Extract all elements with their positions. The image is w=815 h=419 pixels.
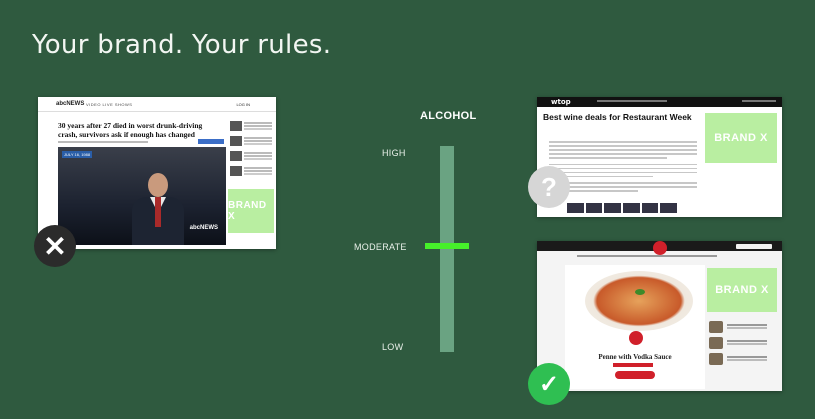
- list-item: [230, 121, 274, 133]
- level-label-high: HIGH: [382, 148, 406, 158]
- recipe-card: Penne with Vodka Sauce: [565, 265, 705, 389]
- alcohol-slider-handle[interactable]: [425, 243, 469, 249]
- news-site-login: LOG IN: [236, 102, 250, 107]
- brand-ad-tile: BRAND X: [705, 113, 777, 163]
- food-site-screenshot: Penne with Vodka Sauce BRAND X: [537, 241, 782, 391]
- recipe-button: [615, 371, 655, 379]
- food-site-logo: [653, 241, 667, 255]
- wine-image-strip: [567, 203, 678, 213]
- recipe-title: Penne with Vodka Sauce: [598, 353, 672, 361]
- food-site-subnav: [577, 255, 717, 257]
- food-site-search: [736, 244, 772, 249]
- video-watermark: abcNEWS: [189, 225, 218, 231]
- list-item: [709, 353, 775, 365]
- level-label-moderate: MODERATE: [354, 242, 407, 252]
- news-site-topbar: abcNEWS VIDEO LIVE SHOWS LOG IN: [38, 97, 276, 112]
- video-date-label: JULY 16, 1988: [62, 151, 93, 158]
- food-sidebar: [709, 321, 775, 369]
- rating-stars: [613, 363, 653, 367]
- wine-headline: Best wine deals for Restaurant Week: [543, 112, 692, 122]
- news-sidebar: [230, 121, 274, 181]
- news-video-player: JULY 16, 1988 abcNEWS: [58, 147, 226, 245]
- news-headline: 30 years after 27 died in worst drunk-dr…: [58, 121, 203, 139]
- alcohol-slider-track[interactable]: [440, 146, 454, 352]
- level-label-low: LOW: [382, 342, 404, 352]
- list-item: [709, 321, 775, 333]
- close-icon: ✕: [34, 225, 76, 267]
- news-share-bar: [198, 139, 224, 144]
- food-badge-icon: [629, 331, 643, 345]
- brand-ad-tile: BRAND X: [707, 268, 777, 312]
- list-item: [230, 151, 274, 163]
- wine-site-logo: wtop: [551, 98, 571, 106]
- slide-title: Your brand. Your rules.: [32, 30, 332, 60]
- wine-article-body: [549, 141, 697, 194]
- pasta-image: [585, 271, 693, 331]
- alcohol-slider-title: ALCOHOL: [420, 110, 477, 122]
- wine-site-screenshot: wtop Best wine deals for Restaurant Week…: [537, 97, 782, 217]
- check-icon: ✓: [528, 363, 570, 405]
- food-site-topbar: [537, 241, 782, 255]
- news-site-logo: abcNEWS: [56, 101, 85, 107]
- list-item: [230, 166, 274, 178]
- anchor-image: [128, 167, 188, 245]
- wine-site-topbar: wtop: [537, 97, 782, 107]
- news-byline: [58, 141, 148, 143]
- brand-ad-tile: BRAND X: [228, 189, 274, 233]
- list-item: [709, 337, 775, 349]
- news-site-screenshot: abcNEWS VIDEO LIVE SHOWS LOG IN 30 years…: [38, 97, 276, 249]
- list-item: [230, 136, 274, 148]
- question-icon: ?: [528, 166, 570, 208]
- news-site-nav: VIDEO LIVE SHOWS: [86, 102, 133, 107]
